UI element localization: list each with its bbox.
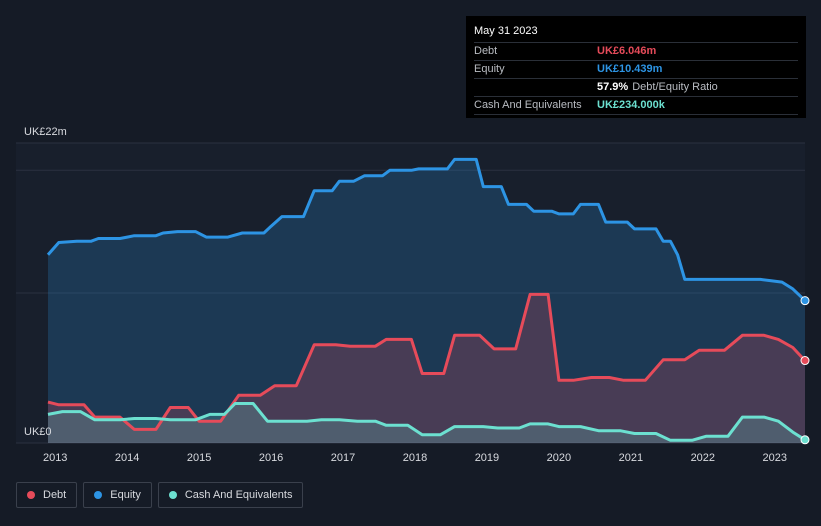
tooltip-cash-value: UK£234.000k: [597, 99, 665, 111]
tooltip-row-cash: Cash And Equivalents UK£234.000k: [474, 96, 798, 115]
tooltip-equity-value: UK£10.439m: [597, 63, 663, 75]
x-tick-label: 2021: [619, 452, 643, 464]
cash-end-marker[interactable]: [800, 435, 810, 445]
legend-item-equity[interactable]: Equity: [83, 482, 152, 508]
tooltip-row-equity: Equity UK£10.439m: [474, 60, 798, 78]
tooltip-row-ratio: 57.9% Debt/Equity Ratio: [474, 78, 798, 96]
tooltip-ratio-spacer: [474, 79, 597, 96]
x-tick-label: 2023: [763, 452, 787, 464]
x-tick-label: 2017: [331, 452, 355, 464]
x-tick-label: 2014: [115, 452, 139, 464]
x-tick-label: 2013: [43, 452, 67, 464]
legend-equity-dot-icon: [94, 491, 103, 499]
legend-item-cash[interactable]: Cash And Equivalents: [157, 482, 304, 508]
debt-end-marker[interactable]: [800, 356, 810, 366]
legend-debt-label: Debt: [43, 489, 67, 501]
x-tick-label: 2020: [547, 452, 571, 464]
tooltip-debt-label: Debt: [474, 45, 498, 57]
x-tick-label: 2018: [403, 452, 427, 464]
tooltip-cash-label: Cash And Equivalents: [474, 99, 582, 111]
y-axis-bottom-label: UK£0: [24, 426, 52, 438]
legend-debt-dot-icon: [27, 491, 35, 499]
legend-cash-label: Cash And Equivalents: [184, 489, 293, 501]
equity-end-marker[interactable]: [800, 296, 810, 306]
tooltip-debt-value: UK£6.046m: [597, 45, 657, 57]
tooltip-row-debt: Debt UK£6.046m: [474, 42, 798, 60]
x-tick-label: 2015: [187, 452, 211, 464]
legend-item-debt[interactable]: Debt: [16, 482, 78, 508]
tooltip-ratio-label: Debt/Equity Ratio: [632, 81, 718, 93]
chart-legend: Debt Equity Cash And Equivalents: [16, 482, 304, 510]
tooltip-equity-label: Equity: [474, 63, 505, 75]
x-axis-ticks: 2013 2014 2015 2016 2017 2018 2019 2020 2021 2022…: [43, 452, 787, 464]
legend-equity-label: Equity: [110, 489, 141, 501]
x-tick-label: 2016: [259, 452, 283, 464]
x-tick-label: 2022: [691, 452, 715, 464]
tooltip-date: May 31 2023: [474, 25, 538, 37]
data-tooltip: May 31 2023 Debt UK£6.046m Equity UK£10.…: [466, 16, 806, 118]
tooltip-ratio-value: 57.9%: [597, 81, 629, 93]
x-tick-label: 2019: [475, 452, 499, 464]
legend-cash-dot-icon: [168, 491, 177, 499]
y-axis-top-label: UK£22m: [24, 126, 67, 138]
